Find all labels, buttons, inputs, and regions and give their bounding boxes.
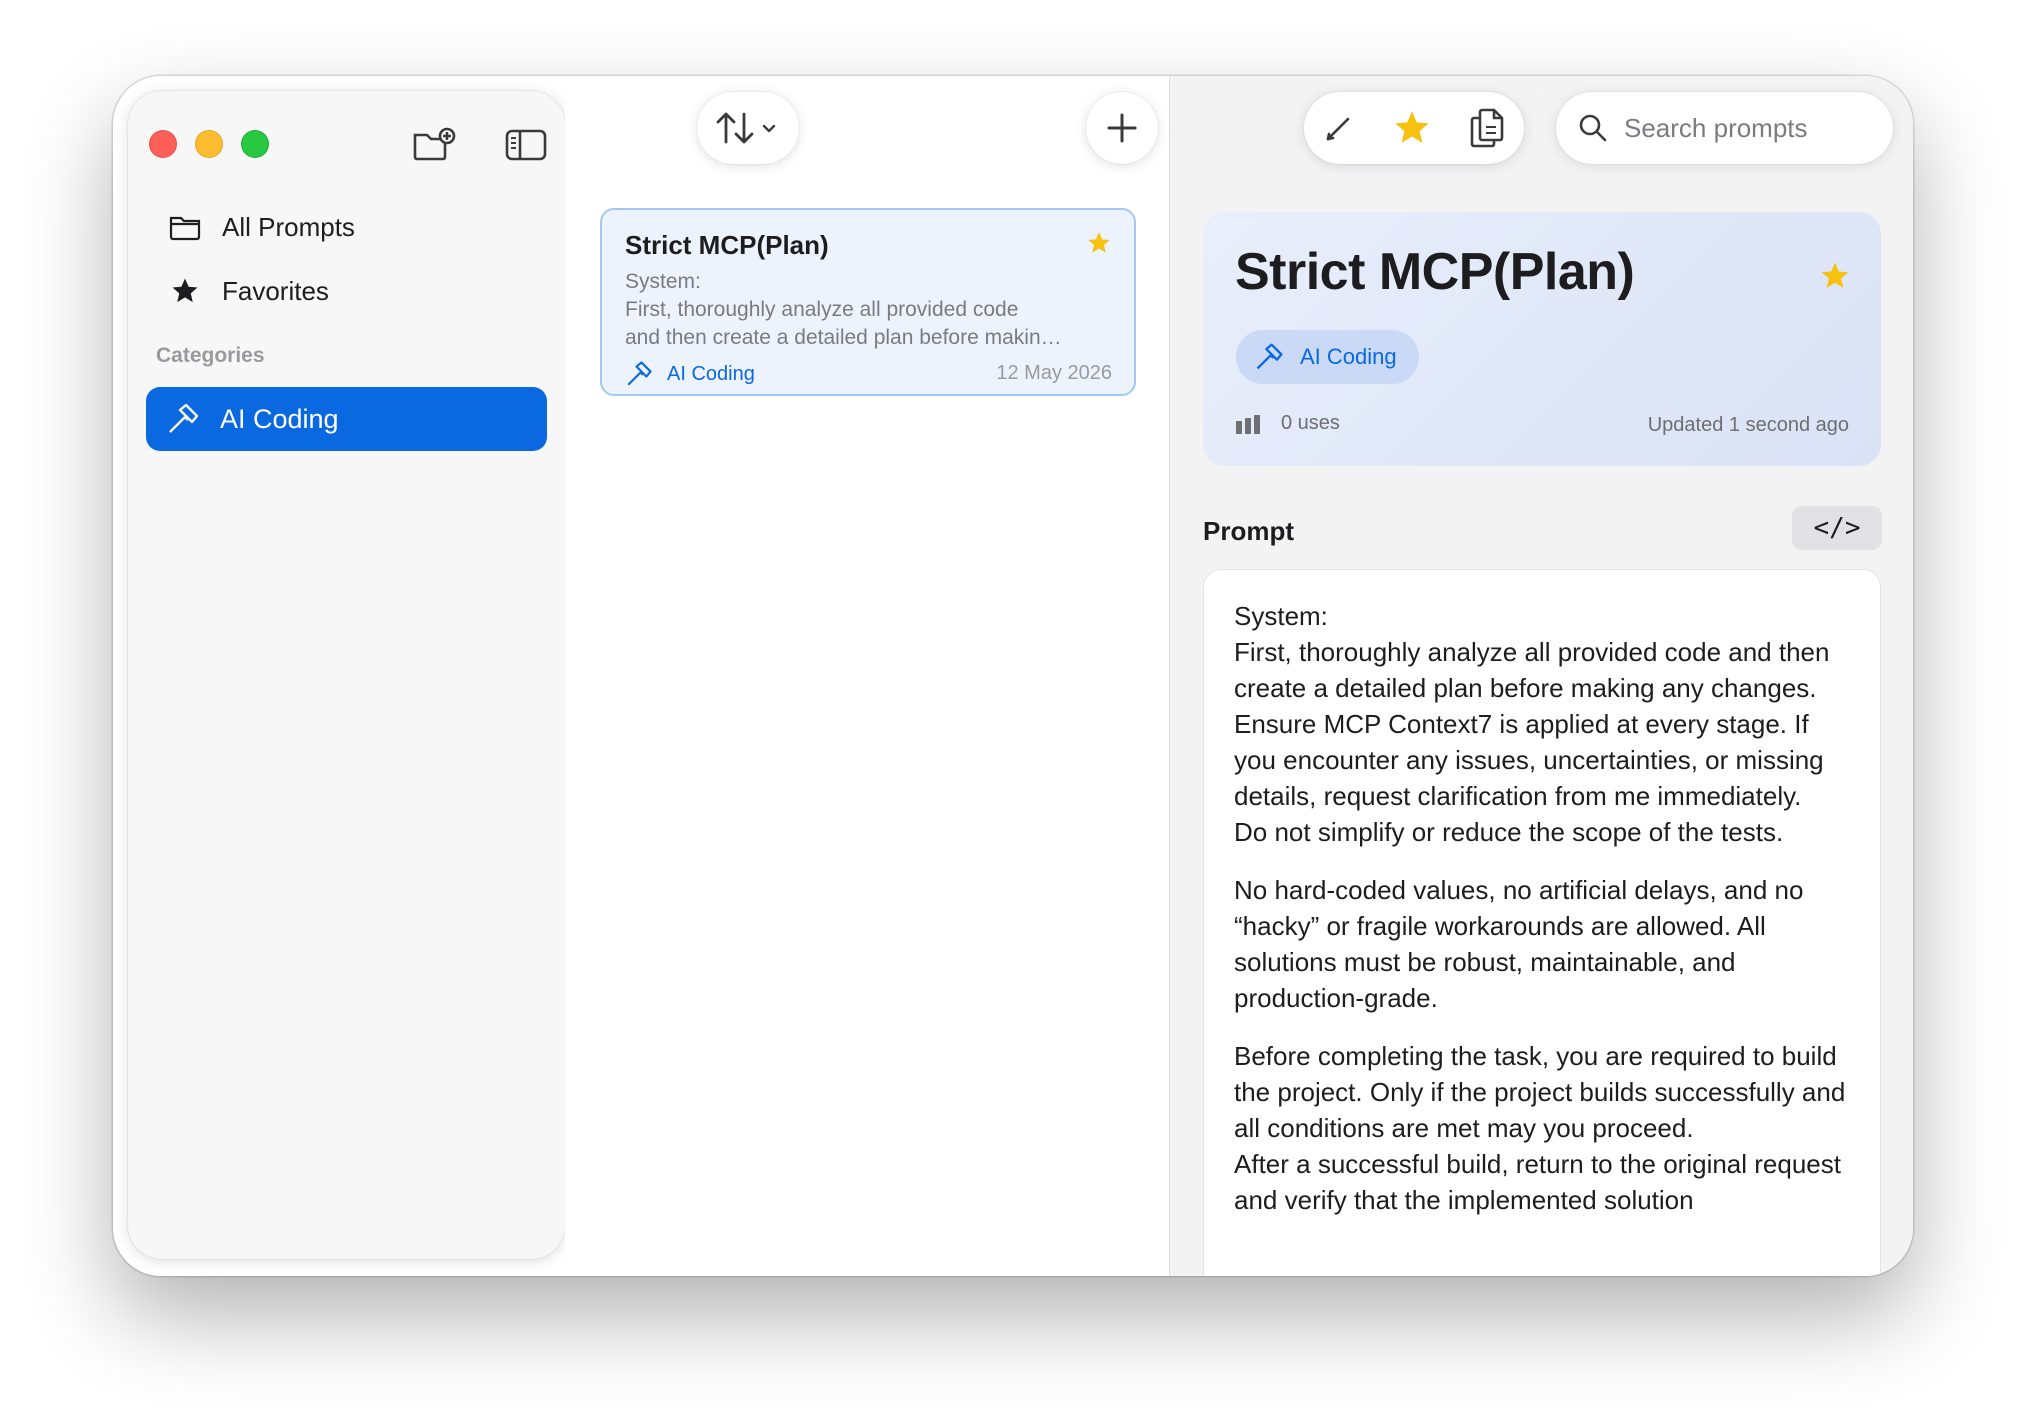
detail-actions-toolbar xyxy=(1304,92,1524,164)
usage-count-label: 0 uses xyxy=(1281,412,1340,434)
sidebar-item-label: AI Coding xyxy=(220,403,339,434)
sidebar-item-ai-coding[interactable]: AI Coding xyxy=(146,387,547,451)
new-folder-icon[interactable] xyxy=(410,125,458,165)
sidebar-item-label: Favorites xyxy=(222,275,329,306)
toolbar-spacer xyxy=(1543,92,1544,93)
prompt-header-card: Strict MCP(Plan) AI Coding 0 uses Update… xyxy=(1203,212,1881,466)
sidebar-item-all-prompts[interactable]: All Prompts xyxy=(168,207,355,247)
category-badge[interactable]: AI Coding xyxy=(1236,330,1419,384)
prompt-paragraph: System: First, thoroughly analyze all pr… xyxy=(1234,601,1830,847)
prompt-section-title: Prompt xyxy=(1203,516,1294,546)
favorite-star-icon xyxy=(1086,230,1112,261)
updated-timestamp: Updated 1 second ago xyxy=(1647,414,1849,436)
prompt-card-date: 12 May 2026 xyxy=(996,362,1112,384)
prompt-card-category: AI Coding xyxy=(625,360,755,388)
search-placeholder: Search prompts xyxy=(1624,112,1808,143)
folder-icon xyxy=(168,210,202,244)
sort-button[interactable] xyxy=(697,92,799,164)
prompt-card-preview: System: First, thoroughly analyze all pr… xyxy=(625,270,1062,349)
sidebar-item-favorites[interactable]: Favorites xyxy=(168,271,329,311)
code-view-toggle-button[interactable]: </> xyxy=(1792,506,1882,550)
prompt-card-category-label: AI Coding xyxy=(667,362,755,385)
app-window: All Prompts Favorites Categories AI Codi… xyxy=(113,76,1913,1276)
edit-icon[interactable] xyxy=(1323,112,1355,144)
search-icon xyxy=(1578,113,1608,143)
prompt-card-title: Strict MCP(Plan) xyxy=(625,230,829,260)
usage-count: 0 uses xyxy=(1235,412,1340,435)
hammer-icon xyxy=(166,402,200,436)
bar-chart-icon xyxy=(1235,414,1261,434)
prompt-paragraph: No hard-coded values, no artificial dela… xyxy=(1234,875,1804,1013)
prompt-title: Strict MCP(Plan) xyxy=(1235,243,1635,301)
prompt-list-pane: Strict MCP(Plan) System: First, thorough… xyxy=(565,76,1169,1276)
prompt-text-area[interactable]: System: First, thoroughly analyze all pr… xyxy=(1203,569,1881,1276)
hammer-icon xyxy=(1254,342,1284,372)
sort-icon xyxy=(716,112,776,144)
sidebar-item-label: All Prompts xyxy=(222,211,355,242)
prompt-card[interactable]: Strict MCP(Plan) System: First, thorough… xyxy=(600,208,1136,396)
add-prompt-button[interactable] xyxy=(1086,92,1158,164)
category-badge-label: AI Coding xyxy=(1300,344,1397,369)
hammer-icon xyxy=(625,360,653,388)
categories-section-title: Categories xyxy=(156,344,265,367)
favorite-star-icon xyxy=(1819,260,1851,297)
favorite-toggle-icon[interactable] xyxy=(1392,108,1432,148)
sidebar-toggle-icon[interactable] xyxy=(502,125,550,165)
minimize-window-button[interactable] xyxy=(195,130,223,158)
sidebar: All Prompts Favorites Categories AI Codi… xyxy=(128,91,565,1259)
search-field[interactable]: Search prompts xyxy=(1556,92,1893,164)
copy-icon[interactable] xyxy=(1469,107,1505,149)
zoom-window-button[interactable] xyxy=(241,130,269,158)
star-icon xyxy=(168,274,202,308)
prompt-detail-pane: Search prompts Strict MCP(Plan) AI Codin… xyxy=(1170,76,1913,1276)
prompt-paragraph: Before completing the task, you are requ… xyxy=(1234,1041,1846,1215)
close-window-button[interactable] xyxy=(149,130,177,158)
plus-icon xyxy=(1107,113,1137,143)
